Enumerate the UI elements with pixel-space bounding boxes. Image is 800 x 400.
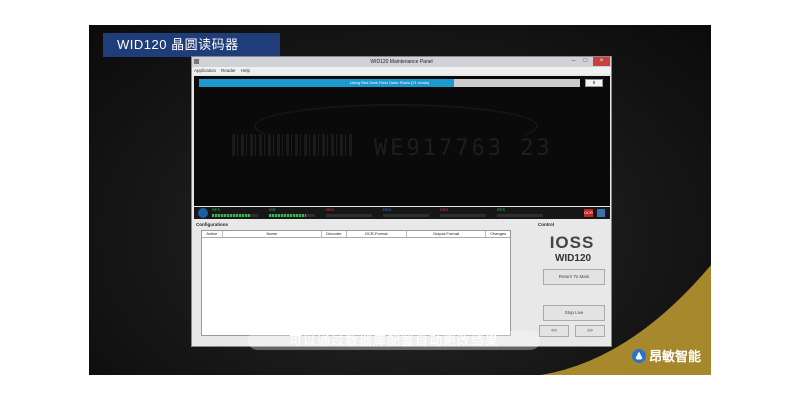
- signal-meter-track: [212, 214, 258, 217]
- reader-logo-icon: [198, 208, 208, 218]
- signal-meter: RFS: [497, 207, 547, 219]
- minimize-button[interactable]: –: [568, 57, 579, 66]
- signal-meter-bar: RFS ISR RED RED RED RFS OCR: [194, 207, 610, 219]
- close-button[interactable]: ×: [593, 57, 610, 66]
- signal-meter-label: RED: [383, 207, 392, 212]
- brand-mark-icon: [631, 348, 646, 363]
- column-ocr-format[interactable]: OCR-Format: [347, 231, 407, 237]
- camera-close-button[interactable]: x: [585, 79, 603, 87]
- brand-name: 昂敏智能: [648, 349, 701, 364]
- column-name[interactable]: Name: [223, 231, 323, 237]
- decoded-wafer-id: WE917763 23: [374, 136, 553, 161]
- signal-meter: RFS: [212, 207, 262, 219]
- menu-reader[interactable]: Reader: [221, 67, 236, 74]
- menu-bar: Application Reader Help: [192, 67, 611, 74]
- window-titlebar: WID120 Maintenance Panel – □ ×: [192, 57, 611, 67]
- read-status-bar: Using Red Dark Field Outer Rows (21 read…: [199, 79, 580, 87]
- column-output-format[interactable]: Output-Format: [407, 231, 487, 237]
- signal-meter-label: ISR: [269, 207, 276, 212]
- configurations-header: Active Name Decoder OCR-Format Output-Fo…: [202, 231, 510, 238]
- read-status-text: Using Red Dark Field Outer Rows (21 read…: [349, 80, 430, 85]
- model-logo: WID120: [554, 253, 592, 264]
- signal-meter-fill: [212, 214, 252, 217]
- column-decoder[interactable]: Decoder: [322, 231, 347, 237]
- ocr-badge[interactable]: OCR: [584, 209, 593, 217]
- menu-application[interactable]: Application: [194, 67, 216, 74]
- column-active[interactable]: Active: [202, 231, 223, 237]
- save-icon[interactable]: [597, 209, 605, 217]
- signal-meter-track: [326, 214, 372, 217]
- brand-logo: 昂敏智能: [631, 346, 701, 365]
- signal-meter-label: RFS: [497, 207, 505, 212]
- signal-meter-label: RED: [326, 207, 335, 212]
- signal-meter-track: [440, 214, 486, 217]
- signal-meter-track: [497, 214, 543, 217]
- video-subtitle: 可以通过数据库配置自动更改结果: [248, 331, 540, 350]
- wafer-barcode: [232, 134, 352, 156]
- signal-meter: RED: [383, 207, 433, 219]
- camera-view: Using Red Dark Field Outer Rows (21 read…: [194, 76, 610, 206]
- menu-help[interactable]: Help: [241, 67, 250, 74]
- signal-meter-fill: [269, 214, 306, 217]
- app-icon: [194, 59, 199, 64]
- signal-meter: RED: [440, 207, 490, 219]
- configurations-title: Configurations: [196, 222, 228, 227]
- signal-meter-label: RED: [440, 207, 449, 212]
- maximize-button[interactable]: □: [580, 57, 591, 66]
- configurations-table[interactable]: Active Name Decoder OCR-Format Output-Fo…: [201, 230, 511, 336]
- signal-meter-label: RFS: [212, 207, 220, 212]
- signal-meter: ISR: [269, 207, 319, 219]
- signal-meter-track: [269, 214, 315, 217]
- ioss-logo: IOSS: [549, 233, 595, 252]
- signal-meter-track: [383, 214, 429, 217]
- window-title: WID120 Maintenance Panel: [370, 59, 433, 65]
- video-title-banner: WID120 晶圆读码器: [103, 33, 280, 57]
- video-frame: WID120 晶圆读码器 WID120 Maintenance Panel – …: [89, 25, 711, 375]
- control-title: Control: [538, 222, 554, 227]
- signal-meter: RED: [326, 207, 376, 219]
- column-changes[interactable]: Changes: [486, 231, 510, 237]
